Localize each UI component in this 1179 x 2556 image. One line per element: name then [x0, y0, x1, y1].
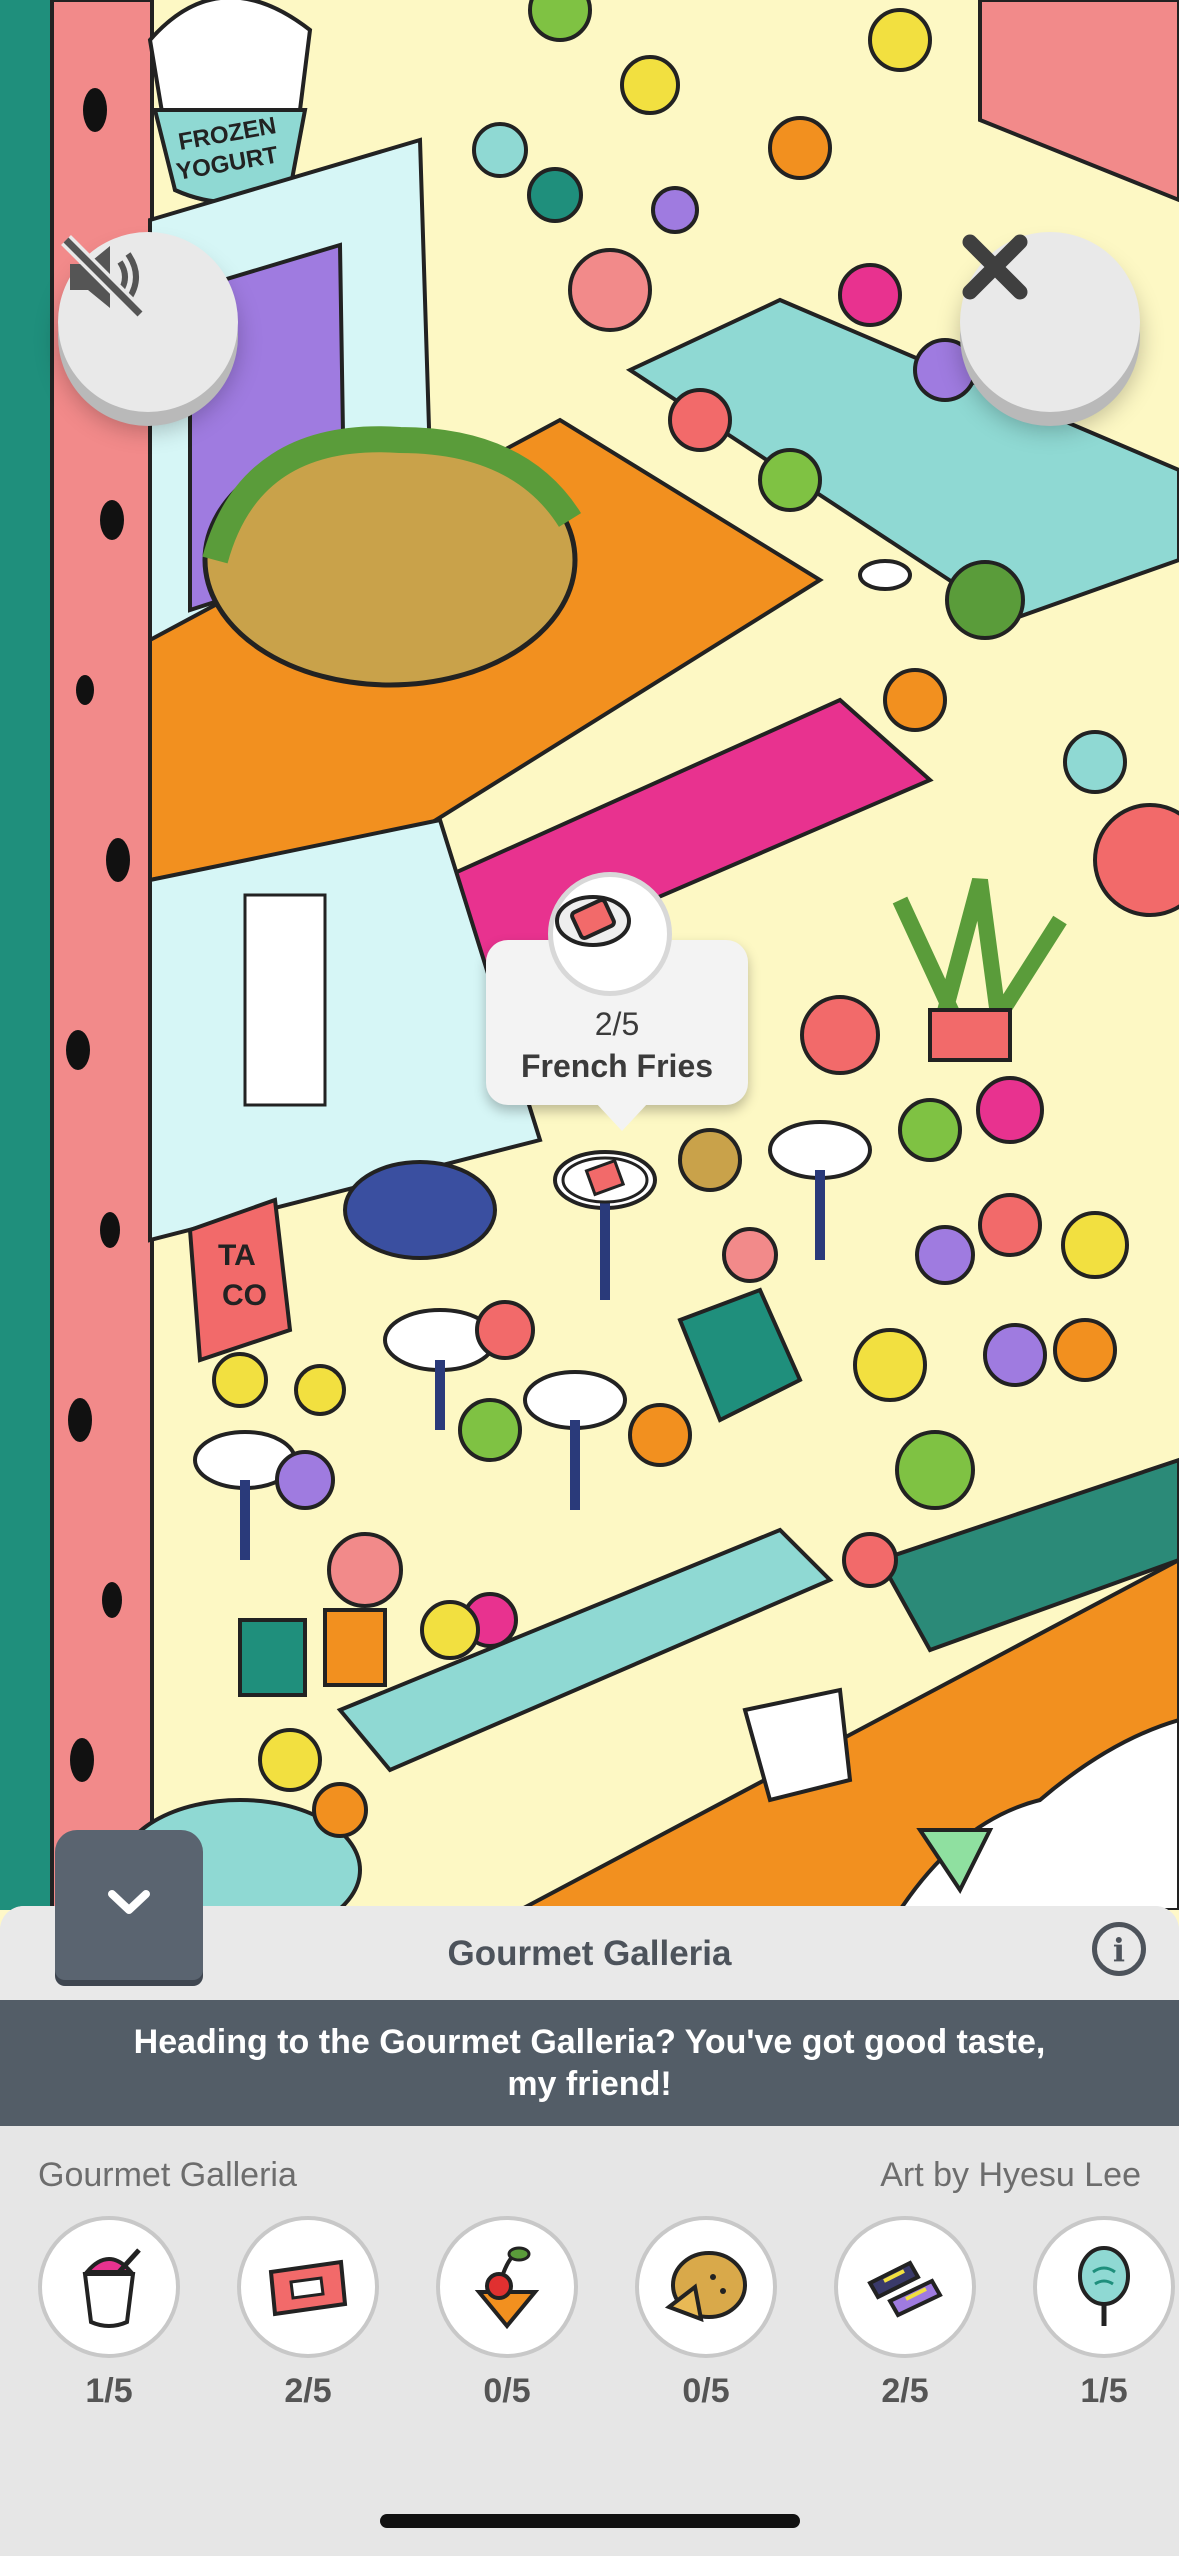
item-count: 2/5 — [881, 2372, 929, 2410]
item-pie[interactable]: 0/5 — [635, 2216, 777, 2411]
cotton-candy-icon — [1033, 2216, 1175, 2358]
item-cotton-candy[interactable]: 1/5 — [1033, 2216, 1175, 2411]
mute-button[interactable] — [58, 232, 238, 412]
item-french-fries[interactable]: 2/5 — [237, 2216, 379, 2411]
found-item-tooltip: 2/5 French Fries — [486, 872, 748, 1131]
item-count: 1/5 — [1080, 2372, 1128, 2410]
level-name: Gourmet Galleria — [38, 2156, 297, 2194]
hidden-object-scene[interactable]: FROZEN YOGURT TA CO 2/5 French Fries — [0, 0, 1179, 1910]
item-count: 1/5 — [85, 2372, 133, 2410]
sushi-icon — [834, 2216, 976, 2358]
french-fries-icon — [548, 872, 672, 996]
item-sushi[interactable]: 2/5 — [834, 2216, 976, 2411]
tooltip-pointer — [596, 1103, 648, 1131]
collapse-panel-button[interactable] — [55, 1830, 203, 1980]
sign-label-line2: CO — [222, 1279, 267, 1312]
french-fries-icon — [237, 2216, 379, 2358]
item-count: 0/5 — [483, 2372, 531, 2410]
frozen-yogurt-icon — [38, 2216, 180, 2358]
item-count: 2/5 — [284, 2372, 332, 2410]
cherry-drink-icon — [436, 2216, 578, 2358]
close-button[interactable] — [960, 232, 1140, 412]
sign-label-line1: TA — [218, 1239, 256, 1272]
item-count: 0/5 — [682, 2372, 730, 2410]
level-panel: Gourmet Galleria i Heading to the Gourme… — [0, 1906, 1179, 2556]
home-indicator[interactable] — [380, 2514, 800, 2528]
tooltip-item-name: French Fries — [520, 1048, 714, 1084]
info-icon[interactable]: i — [1092, 1922, 1146, 1976]
item-cherry-drink[interactable]: 0/5 — [436, 2216, 578, 2411]
item-frozen-yogurt[interactable]: 1/5 — [38, 2216, 180, 2411]
tooltip-count: 2/5 — [594, 1006, 640, 1042]
art-credit: Art by Hyesu Lee — [880, 2156, 1141, 2194]
pie-icon — [635, 2216, 777, 2358]
chevron-down-icon — [106, 1888, 152, 1923]
level-description-banner: Heading to the Gourmet Galleria? You've … — [0, 2000, 1179, 2126]
